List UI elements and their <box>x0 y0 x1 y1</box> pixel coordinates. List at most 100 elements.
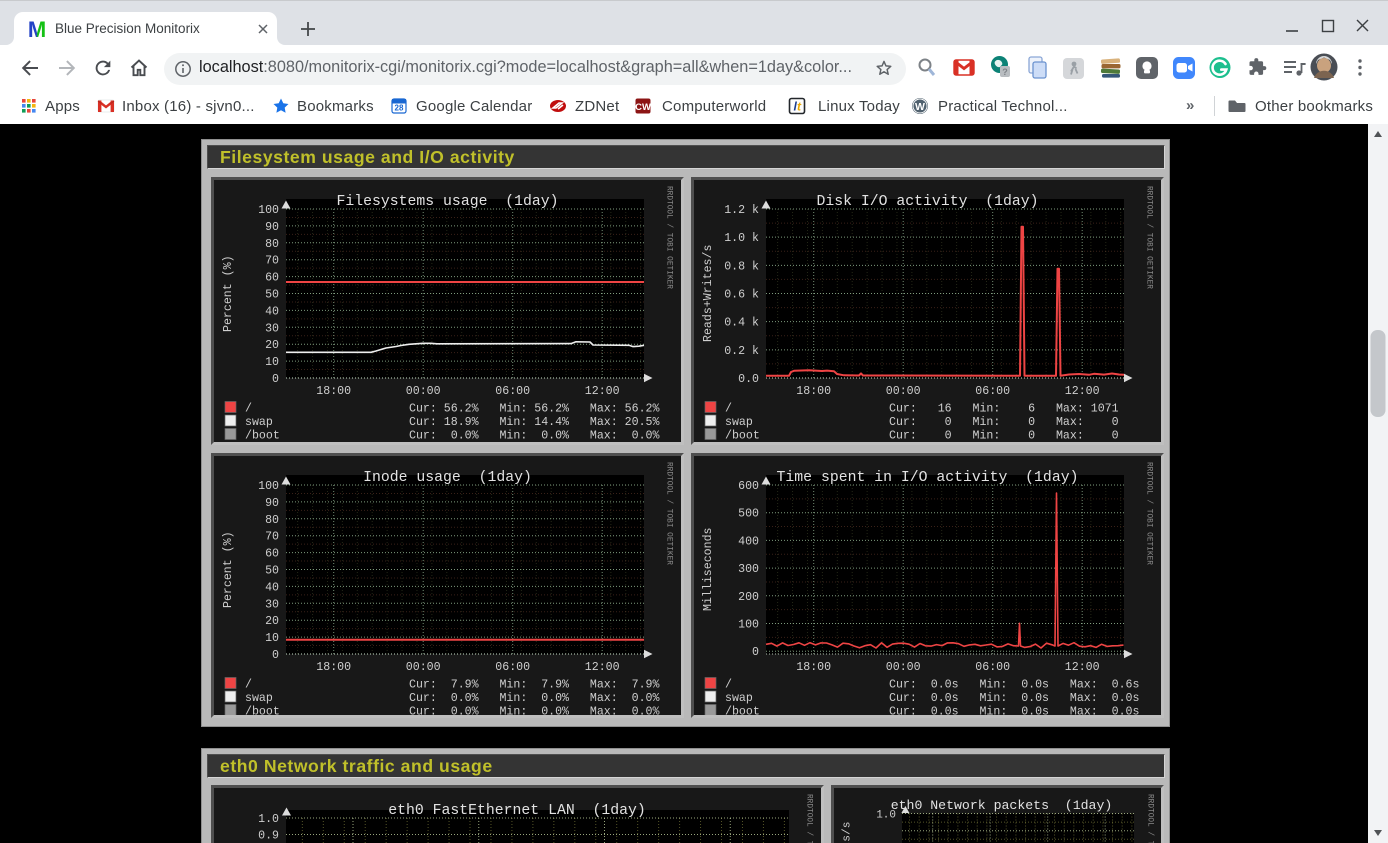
svg-text:40: 40 <box>265 305 279 318</box>
svg-text:30: 30 <box>265 322 279 335</box>
svg-text:/: / <box>725 403 732 416</box>
svg-text:RRDTOOL / TOBI OETIKER: RRDTOOL / TOBI OETIKER <box>1145 186 1153 289</box>
svg-text:Time spent in I/O activity (1: Time spent in I/O activity (1day) <box>777 470 1079 486</box>
svg-text:swap: swap <box>725 692 753 705</box>
svg-text:RRDTOOL / TOBI OETIKER: RRDTOOL / TOBI OETIKER <box>1146 794 1154 843</box>
svg-text:Cur: 0.0% Min: 0.0% Max:: Cur: 0.0% Min: 0.0% Max: 0.0% <box>409 692 660 705</box>
svg-text:90: 90 <box>265 497 279 510</box>
svg-text:/boot: /boot <box>725 706 760 716</box>
svg-text:40: 40 <box>265 581 279 594</box>
svg-text:06:00: 06:00 <box>495 661 530 674</box>
svg-text:Cur: 0 Min: 0 Max:: Cur: 0 Min: 0 Max: 0 <box>889 416 1119 429</box>
svg-text:W: W <box>915 101 925 113</box>
svg-text:/boot: /boot <box>245 430 280 443</box>
svg-text:Cur: 7.9% Min: 7.9% Max:: Cur: 7.9% Min: 7.9% Max: 7.9% <box>409 679 660 692</box>
svg-text:100: 100 <box>738 619 759 632</box>
svg-text:10: 10 <box>265 356 279 369</box>
svg-text:18:00: 18:00 <box>796 385 831 398</box>
svg-text:50: 50 <box>265 565 279 578</box>
svg-text:400: 400 <box>738 535 759 548</box>
svg-text:/: / <box>245 403 252 416</box>
svg-text:0: 0 <box>272 649 279 662</box>
svg-text:swap: swap <box>245 416 273 429</box>
svg-text:M: M <box>28 19 46 39</box>
svg-text:00:00: 00:00 <box>406 661 441 674</box>
svg-text:eth0 Network packets (1day): eth0 Network packets (1day) <box>891 798 1113 813</box>
svg-text:12:00: 12:00 <box>1065 661 1100 674</box>
svg-text:12:00: 12:00 <box>585 385 620 398</box>
svg-text:12:00: 12:00 <box>1065 385 1100 398</box>
svg-text:70: 70 <box>265 255 279 268</box>
svg-text:50: 50 <box>265 289 279 302</box>
svg-text:0.4 k: 0.4 k <box>724 317 759 330</box>
svg-text:1.2 k: 1.2 k <box>724 204 759 217</box>
svg-text:eth0 FastEthernet LAN (1day): eth0 FastEthernet LAN (1day) <box>388 803 646 819</box>
svg-text:18:00: 18:00 <box>796 661 831 674</box>
svg-text:Disk I/O activity (1day): Disk I/O activity (1day) <box>817 194 1039 210</box>
svg-text:swap: swap <box>245 692 273 705</box>
svg-text:80: 80 <box>265 514 279 527</box>
svg-text:0.0: 0.0 <box>738 373 759 386</box>
svg-text:12:00: 12:00 <box>585 661 620 674</box>
svg-text:100: 100 <box>258 480 279 493</box>
svg-text:18:00: 18:00 <box>316 385 351 398</box>
svg-text:06:00: 06:00 <box>975 661 1010 674</box>
svg-text:RRDTOOL / TOBI OETIKER: RRDTOOL / TOBI OETIKER <box>665 462 673 565</box>
svg-text:Inode usage (1day): Inode usage (1day) <box>363 470 532 486</box>
svg-text:Cur: 18.9% Min: 14.4% Max:: Cur: 18.9% Min: 14.4% Max: 20.5% <box>409 416 660 429</box>
svg-text:500: 500 <box>738 508 759 521</box>
svg-text:0.2 k: 0.2 k <box>724 345 759 358</box>
svg-text:RRDTOOL / TOBI OETIKER: RRDTOOL / TOBI OETIKER <box>1145 462 1153 565</box>
svg-text:RRDTOOL / TOBI OETIKER: RRDTOOL / TOBI OETIKER <box>665 186 673 289</box>
svg-text:/: / <box>245 679 252 692</box>
svg-text:00:00: 00:00 <box>886 385 921 398</box>
svg-text:30: 30 <box>265 598 279 611</box>
svg-text:0: 0 <box>272 373 279 386</box>
svg-text:06:00: 06:00 <box>975 385 1010 398</box>
svg-text:Percent (%): Percent (%) <box>222 255 235 332</box>
svg-text:CW: CW <box>635 102 651 113</box>
svg-text:Cur: 0.0s Min: 0.0s Max:: Cur: 0.0s Min: 0.0s Max: 0.6s <box>889 679 1139 692</box>
svg-text:600: 600 <box>738 480 759 493</box>
svg-text:?: ? <box>1002 67 1008 77</box>
svg-text:Cur: 56.2% Min: 56.2% Max:: Cur: 56.2% Min: 56.2% Max: 56.2% <box>409 403 660 416</box>
svg-text:swap: swap <box>725 416 753 429</box>
svg-text:Cur: 0.0% Min: 0.0% Max:: Cur: 0.0% Min: 0.0% Max: 0.0% <box>409 430 660 443</box>
svg-text:Cur: 16 Min: 6 Max: 1: Cur: 16 Min: 6 Max: 1071 <box>889 403 1119 416</box>
svg-text:90: 90 <box>265 221 279 234</box>
svg-text:Filesystems usage (1day): Filesystems usage (1day) <box>337 194 559 210</box>
svg-text:Cur: 0.0% Min: 0.0% Max:: Cur: 0.0% Min: 0.0% Max: 0.0% <box>409 706 660 716</box>
svg-text:80: 80 <box>265 238 279 251</box>
svg-text:0.8 k: 0.8 k <box>724 260 759 273</box>
svg-text:60: 60 <box>265 272 279 285</box>
svg-text:1.0 k: 1.0 k <box>724 232 759 245</box>
svg-text:200: 200 <box>738 591 759 604</box>
svg-text:300: 300 <box>738 563 759 576</box>
svg-text:RRDTOOL / TOBI OETIKER: RRDTOOL / TOBI OETIKER <box>805 794 813 843</box>
svg-text:1.0: 1.0 <box>258 813 279 826</box>
svg-text:00:00: 00:00 <box>406 385 441 398</box>
svg-text:/boot: /boot <box>725 430 760 443</box>
svg-text:20: 20 <box>265 339 279 352</box>
svg-text:10: 10 <box>265 632 279 645</box>
svg-text:Reads+Writes/s: Reads+Writes/s <box>702 245 715 342</box>
svg-text:20: 20 <box>265 615 279 628</box>
svg-text:Percent (%): Percent (%) <box>222 531 235 608</box>
svg-text:Cur: 0.0s Min: 0.0s Max:: Cur: 0.0s Min: 0.0s Max: 0.0s <box>889 692 1139 705</box>
svg-text:0.9: 0.9 <box>258 829 279 842</box>
svg-text:Cur: 0.0s Min: 0.0s Max:: Cur: 0.0s Min: 0.0s Max: 0.0s <box>889 706 1139 716</box>
svg-text:60: 60 <box>265 548 279 561</box>
svg-text:00:00: 00:00 <box>886 661 921 674</box>
svg-text:Packets/s: Packets/s <box>842 822 854 843</box>
svg-text:06:00: 06:00 <box>495 385 530 398</box>
svg-text:/boot: /boot <box>245 706 280 716</box>
svg-text:18:00: 18:00 <box>316 661 351 674</box>
svg-text:28: 28 <box>395 104 404 113</box>
svg-text:0: 0 <box>752 646 759 659</box>
svg-text:70: 70 <box>265 531 279 544</box>
svg-text:Cur: 0 Min: 0 Max:: Cur: 0 Min: 0 Max: 0 <box>889 430 1119 443</box>
svg-text:100: 100 <box>258 204 279 217</box>
svg-text:/: / <box>725 679 732 692</box>
svg-text:0.6 k: 0.6 k <box>724 289 759 302</box>
svg-text:Milliseconds: Milliseconds <box>702 528 715 612</box>
